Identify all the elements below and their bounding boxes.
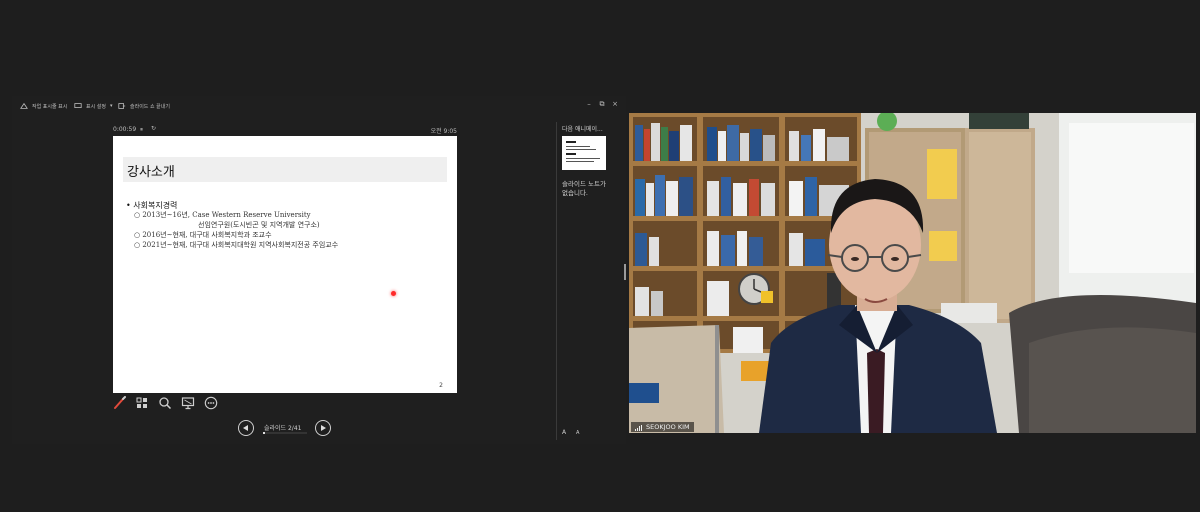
next-slide-button[interactable] [315,420,331,436]
slide-progress-track [263,432,307,434]
next-animation-label: 다음 애니메이... [562,126,603,133]
previous-slide-button[interactable] [238,420,254,436]
end-slideshow-label: 슬라이드 쇼 끝내기 [130,103,170,110]
screen-icon[interactable] [181,396,195,410]
grid-icon[interactable] [135,396,149,410]
presenter-toolbar: 작업 표시줄 표시 표시 설정 ▾ 슬라이드 쇼 끝내기 – ⧉ × [12,96,626,116]
slide-navigation: 슬라이드 2/41 [237,420,337,438]
elapsed-timer: 0:00:59 [113,126,137,133]
display-settings-button[interactable]: 표시 설정 ▾ [74,102,113,110]
slide-page-number: 2 [439,382,443,389]
reset-icon[interactable]: ↻ [151,125,156,132]
pause-icon[interactable]: ⏸ [140,126,143,134]
more-icon[interactable] [204,396,218,410]
participant-name: SEOKJOO KIM [646,423,690,431]
current-time: 오전 9:05 [430,128,457,135]
laser-pointer [391,291,396,296]
slide-sub-item: 선임연구원(도시빈곤 및 지역개발 연구소) [198,221,320,229]
panel-divider[interactable] [556,122,557,440]
increase-font-button[interactable]: A [562,429,566,436]
restore-button[interactable]: ⧉ [597,100,607,109]
slide-sub-item: ○ 2016년~현재, 대구대 사회복지학과 조교수 [134,231,272,239]
slide-title: 강사소개 [127,165,175,180]
speaker-notes: 슬라이드 노트가 없습니다. [562,180,606,198]
current-slide[interactable]: 강사소개 • 사회복지경력 ○ 2013년~16년, Case Western … [113,136,457,393]
notes-font-controls: A A [562,429,587,436]
chevron-down-icon: ▾ [110,103,113,109]
taskbar-icon [20,102,28,109]
taskbar-toggle-button[interactable]: 작업 표시줄 표시 [20,102,67,110]
display-settings-label: 표시 설정 [86,103,106,110]
slide-title-box: 강사소개 [123,157,447,182]
slide-counter[interactable]: 슬라이드 2/41 [264,423,301,432]
decrease-font-button[interactable]: A [576,430,579,436]
slide-sub-item: ○ 2013년~16년, Case Western Reserve Univer… [134,211,311,219]
presenter-view: 작업 표시줄 표시 표시 설정 ▾ 슬라이드 쇼 끝내기 – ⧉ × 0:00:… [12,96,626,444]
participant-name-tag: SEOKJOO KIM [631,422,694,432]
slide-progress-fill [263,432,266,434]
taskbar-toggle-label: 작업 표시줄 표시 [32,103,68,110]
participant-video: SEOKJOO KIM [629,113,1196,433]
timer-bar: 0:00:59 ⏸ ↻ 오전 9:05 [113,125,457,136]
close-button[interactable]: × [610,100,620,108]
minimize-button[interactable]: – [584,100,594,108]
end-slideshow-button[interactable]: 슬라이드 쇼 끝내기 [118,102,170,110]
resize-handle[interactable] [624,264,626,280]
next-slide-thumbnail[interactable] [562,136,606,170]
end-show-icon [118,103,126,109]
magnifier-icon[interactable] [158,396,172,410]
signal-bars-icon [635,423,643,431]
presenter-tools [113,396,233,412]
display-icon [74,103,82,108]
pen-icon[interactable] [113,396,127,410]
video-frame [629,113,1196,433]
slide-sub-item: ○ 2021년~현재, 대구대 사회복지대학원 지역사회복지전공 주임교수 [134,241,339,249]
